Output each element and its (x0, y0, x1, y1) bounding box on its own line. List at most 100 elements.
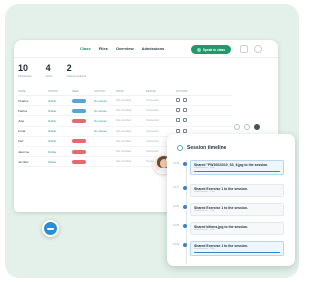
main-nav: Class Files Overview Admissions (80, 46, 164, 51)
row-actions (176, 128, 204, 134)
event-time: 10:29 (173, 243, 179, 246)
column-header[interactable]: ACTIONS (176, 90, 204, 93)
nav-admissions[interactable]: Admissions (142, 46, 165, 51)
message-icon[interactable] (183, 118, 187, 123)
user-icon[interactable] (254, 45, 262, 53)
status-text: Online (48, 118, 57, 123)
event-time: 10:22 (173, 205, 179, 208)
seen-cell (72, 159, 94, 164)
student-name: Jennifer (18, 159, 29, 164)
edit-icon[interactable] (176, 98, 180, 103)
timeline-event[interactable]: 10:25 Shared kittens.jpg to the session. s… (173, 222, 284, 235)
row-actions (176, 118, 204, 123)
status-text: Online (48, 129, 57, 134)
student-name: Jasmine (18, 149, 30, 154)
clock-icon (177, 145, 183, 151)
event-card[interactable]: Shared Exercise 1 to the session. shared.… (190, 203, 284, 216)
column-header[interactable]: NAME (18, 90, 48, 93)
timeline-event[interactable]: 10:29 Shared Exercise 1 to the session. sh… (173, 241, 284, 257)
stat-active: 4 Active (45, 63, 53, 79)
event-marker (183, 186, 187, 190)
from-text: Not recorded (116, 99, 131, 103)
event-card[interactable]: Shared Exercise 1 to the session. shared.… (190, 241, 284, 257)
column-header[interactable]: DEVICE (146, 90, 176, 93)
panel-title: Session timeline (187, 145, 227, 151)
event-sub: shared.screen · 1 file (194, 229, 215, 231)
play-button[interactable] (42, 220, 59, 237)
event-progress-bar (194, 171, 280, 173)
column-header[interactable]: STATUS (48, 90, 72, 93)
table-row[interactable]: Patrice Online On screen Not recorded Connec… (18, 106, 232, 117)
background-frame: Class Files Overview Admissions Speak to… (5, 4, 299, 278)
event-marker (183, 205, 187, 209)
student-name: Charles (18, 98, 29, 103)
stat-label: Inactive students (66, 75, 87, 78)
activity-text: On screen (94, 118, 107, 123)
stat-value: 4 (45, 63, 51, 73)
activity-text: On screen (94, 108, 107, 113)
message-icon[interactable] (183, 128, 187, 133)
event-sub: shared.screen · 1 file (194, 167, 215, 169)
status-text: Online (48, 159, 57, 164)
grid-view-icon[interactable] (244, 124, 250, 130)
from-text: Not recorded (116, 150, 131, 154)
seen-pill (72, 159, 86, 164)
event-time: 10:15 (173, 162, 179, 165)
event-card[interactable]: Shared kittens.jpg to the session. shared… (190, 222, 284, 235)
stat-label: Active (45, 75, 53, 78)
edit-icon[interactable] (176, 118, 180, 123)
session-timeline-panel: Session timeline 10:15 Shared "PW10023\10… (167, 134, 295, 266)
event-sub: shared.screen · 1 file (194, 191, 215, 193)
seen-cell (72, 98, 94, 103)
mic-icon (196, 47, 201, 52)
top-bar: Class Files Overview Admissions Speak to… (14, 40, 278, 58)
seen-pill (72, 149, 86, 154)
stat-label: Participants (18, 75, 32, 78)
student-name: Linda (18, 129, 26, 134)
list-view-icon[interactable] (234, 124, 240, 130)
table-row[interactable]: Julie Online On screen Not recorded Connecte… (18, 116, 232, 127)
seen-pill (72, 118, 86, 123)
table-header: NAME STATUS SEEN ACTIVITY FROM DEVICE AC… (18, 88, 232, 96)
stat-value: 2 (66, 63, 72, 73)
event-marker (183, 243, 187, 247)
column-header[interactable]: ACTIVITY (94, 90, 116, 93)
device-text: Connected (146, 119, 159, 123)
view-toggle (234, 124, 260, 130)
edit-icon[interactable] (176, 108, 180, 113)
stat-participants: 10 Participants (18, 64, 32, 79)
event-sub: shared.screen · 1 file (194, 248, 215, 250)
activity-text: On screen (94, 129, 107, 134)
seen-cell (72, 108, 94, 113)
nav-overview[interactable]: Overview (116, 46, 134, 51)
message-icon[interactable] (183, 108, 187, 113)
device-text: Connected (146, 129, 159, 133)
event-time: 10:17 (173, 186, 179, 189)
timeline-event[interactable]: 10:15 Shared "PW10023\10_S3_6.jpg to the … (173, 160, 284, 176)
nav-class[interactable]: Class (80, 46, 91, 51)
speak-to-class-button[interactable]: Speak to class (191, 45, 231, 54)
event-card[interactable]: Shared Exercise 1 to the session. shared.… (190, 184, 284, 197)
stat-inactive: 2 Inactive students (66, 63, 87, 79)
device-text: Connected (146, 109, 159, 113)
message-icon[interactable] (183, 98, 187, 103)
settings-icon[interactable] (240, 45, 248, 53)
filter-icon[interactable] (254, 124, 260, 130)
column-header[interactable]: FROM (116, 90, 146, 93)
row-actions (176, 98, 204, 103)
timeline-event[interactable]: 10:22 Shared Exercise 1 to the session. sh… (173, 203, 284, 216)
timeline-event[interactable]: 10:17 Shared Exercise 1 to the session. sh… (173, 184, 284, 197)
seen-cell (72, 149, 94, 154)
speak-to-class-label: Speak to class (202, 47, 226, 52)
seen-pill (72, 139, 86, 144)
seen-pill (72, 108, 86, 113)
column-header[interactable]: SEEN (72, 90, 94, 93)
event-sub: shared.screen · 1 file (194, 210, 215, 212)
status-text: Online (48, 139, 57, 144)
edit-icon[interactable] (176, 128, 180, 133)
event-marker (183, 224, 187, 228)
from-text: Not recorded (116, 109, 131, 113)
table-row[interactable]: Charles Online On screen Not recorded Connec… (18, 96, 232, 107)
nav-files[interactable]: Files (99, 46, 108, 51)
event-card[interactable]: Shared "PW10023\10_S3_6.jpg to the sessi… (190, 160, 284, 176)
